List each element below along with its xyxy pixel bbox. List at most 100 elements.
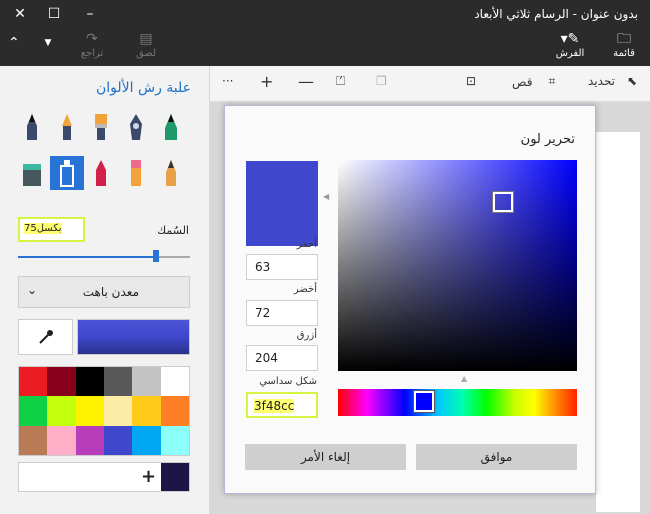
- paste-label: لصق: [135, 48, 157, 59]
- layers-icon: ❐: [376, 74, 387, 88]
- custom-color-swatch[interactable]: [161, 463, 189, 491]
- crayon-icon: [96, 160, 106, 186]
- color-swatch[interactable]: [19, 367, 48, 397]
- zoom-out-button[interactable]: —: [298, 72, 314, 91]
- redo-label: تراجع: [80, 48, 104, 59]
- ok-button[interactable]: موافق: [416, 444, 577, 470]
- color-swatch[interactable]: [75, 425, 104, 455]
- hue-slider[interactable]: [338, 389, 577, 416]
- green-value: 72: [255, 306, 271, 320]
- more-label: ···: [222, 74, 234, 88]
- maximize-button[interactable]: ☐: [34, 0, 74, 28]
- color-swatch[interactable]: [19, 396, 48, 426]
- ribbon: ⌃ ▼ ↷ تراجع ▤ لصق ▾✎ الفرش 🗀 قائمة: [0, 28, 650, 66]
- marker-brush[interactable]: [15, 110, 49, 144]
- color-swatch[interactable]: [104, 396, 133, 426]
- redo-button[interactable]: ↷ تراجع: [72, 30, 112, 59]
- eyedropper-button[interactable]: [18, 319, 73, 355]
- brush-icon: ▾✎: [560, 31, 580, 47]
- watercolor-brush[interactable]: [119, 110, 153, 144]
- sv-picker-handle[interactable]: [491, 191, 514, 214]
- minimize-button[interactable]: –: [70, 0, 110, 28]
- hue-arrow-icon: ▲: [461, 374, 468, 383]
- color-swatch[interactable]: [19, 425, 48, 455]
- red-value: 63: [255, 260, 271, 274]
- marker-icon: [27, 114, 37, 140]
- crop-button[interactable]: قص ⌗: [512, 74, 555, 89]
- red-input[interactable]: 63: [246, 254, 318, 280]
- material-dropdown[interactable]: ⌄ معدن باهت: [18, 276, 190, 308]
- color-swatch[interactable]: [132, 396, 161, 426]
- eraser-brush[interactable]: [119, 156, 153, 190]
- hue-slider-handle[interactable]: [413, 390, 436, 413]
- pixel-pen-brush[interactable]: [154, 110, 188, 144]
- thickness-label: السُمك: [157, 224, 189, 237]
- color-swatch[interactable]: [104, 425, 133, 455]
- add-color-button[interactable]: +: [141, 466, 156, 487]
- watercolor-icon: [130, 114, 142, 140]
- canvas-page[interactable]: [596, 132, 640, 512]
- material-value: معدن باهت: [82, 285, 139, 299]
- color-swatch[interactable]: [47, 367, 76, 397]
- thickness-input[interactable]: 75بكسل: [18, 217, 85, 242]
- color-swatch[interactable]: [132, 367, 161, 397]
- minus-icon: —: [298, 72, 314, 91]
- crop-icon: ⌗: [548, 74, 556, 88]
- spray-can-brush[interactable]: [50, 156, 84, 190]
- dialog-title: تحرير لون: [520, 132, 575, 147]
- stickers-button[interactable]: ❐: [376, 74, 387, 88]
- color-swatch[interactable]: [160, 367, 189, 397]
- color-swatch[interactable]: [75, 396, 104, 426]
- color-swatch[interactable]: [132, 425, 161, 455]
- green-input[interactable]: 72: [246, 300, 318, 326]
- edit-color-dialog: تحرير لون ◀ ▲ أحمر 63 أخضر 72 أزرق 204 ش…: [224, 105, 596, 494]
- brushes-button[interactable]: ▾✎ الفرش: [548, 30, 592, 59]
- calligraphy-brush[interactable]: [50, 110, 84, 144]
- pencil-brush[interactable]: [154, 156, 188, 190]
- magic-select-icon: ⊡: [466, 74, 477, 88]
- fill-bucket-brush[interactable]: [15, 156, 49, 190]
- title-bar: ✕ ☐ – بدون عنوان - الرسام ثلاثي الأبعاد: [0, 0, 650, 28]
- blue-value: 204: [255, 351, 278, 365]
- collapse-ribbon-button[interactable]: ⌃: [8, 34, 20, 52]
- hex-label: شكل سداسي: [259, 376, 317, 387]
- flag-button[interactable]: ⏍: [336, 74, 345, 89]
- dropdown-button[interactable]: ▼: [40, 34, 56, 52]
- crayon-brush[interactable]: [84, 156, 118, 190]
- blue-input[interactable]: 204: [246, 345, 318, 371]
- eyedropper-icon: [38, 330, 53, 344]
- hex-value: 3f48cc: [254, 399, 295, 413]
- caret-down-icon: ▼: [44, 38, 52, 48]
- color-swatch[interactable]: [160, 425, 189, 455]
- chevron-down-icon: ⌄: [27, 283, 38, 297]
- cancel-button[interactable]: إلغاء الأمر: [245, 444, 406, 470]
- color-swatch[interactable]: [104, 367, 133, 397]
- menu-button[interactable]: 🗀 قائمة: [606, 30, 642, 59]
- blue-label: أزرق: [296, 330, 317, 341]
- thickness-slider-thumb[interactable]: [152, 250, 159, 262]
- redo-icon: ↷: [86, 31, 98, 47]
- color-swatch[interactable]: [160, 396, 189, 426]
- color-swatch[interactable]: [75, 367, 104, 397]
- current-color-swatch[interactable]: [77, 319, 190, 355]
- saturation-value-picker[interactable]: [338, 160, 577, 371]
- custom-colors-row: +: [18, 462, 190, 492]
- hex-input[interactable]: 3f48cc: [246, 392, 318, 418]
- menu-label: قائمة: [613, 48, 635, 59]
- thickness-slider-fill: [18, 256, 156, 258]
- color-swatch[interactable]: [47, 396, 76, 426]
- zoom-in-button[interactable]: +: [260, 72, 273, 91]
- thickness-slider[interactable]: [18, 250, 190, 262]
- green-label: أخضر: [293, 284, 317, 295]
- select-label: تحديد: [588, 74, 616, 88]
- color-swatch[interactable]: [47, 425, 76, 455]
- oil-brush[interactable]: [84, 110, 118, 144]
- paste-button[interactable]: ▤ لصق: [128, 30, 164, 59]
- select-button[interactable]: تحديد ⬉: [588, 74, 637, 88]
- magic-select-button[interactable]: ⊡: [466, 74, 476, 88]
- window-title: بدون عنوان - الرسام ثلاثي الأبعاد: [474, 7, 638, 21]
- preview-arrow-icon: ◀: [323, 192, 330, 201]
- thickness-value: 75بكسل: [24, 223, 62, 234]
- more-button[interactable]: ···: [222, 74, 233, 88]
- oil-brush-icon: [95, 114, 107, 140]
